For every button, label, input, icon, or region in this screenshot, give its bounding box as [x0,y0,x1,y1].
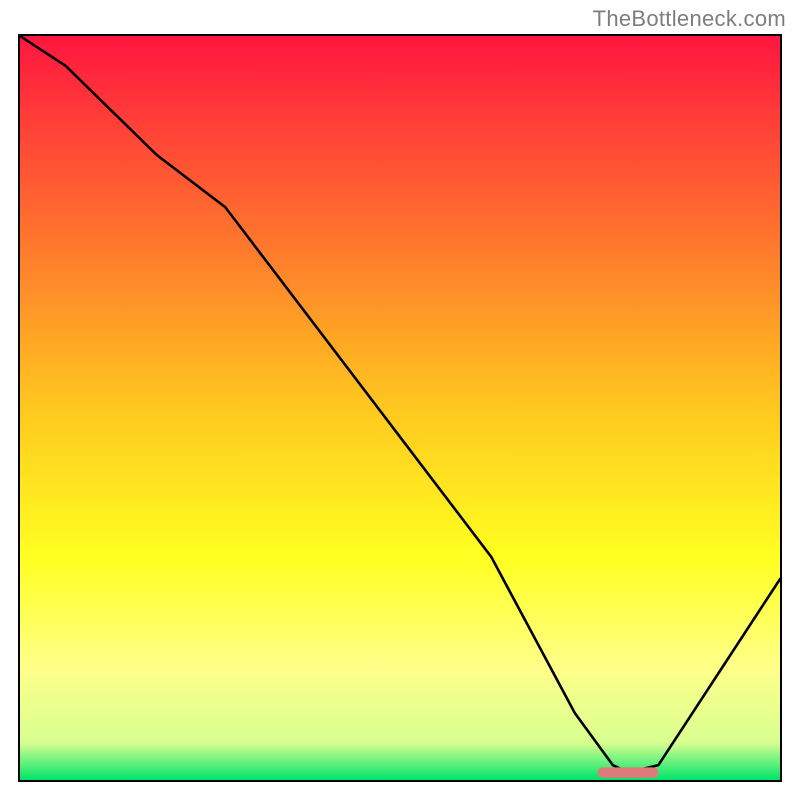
watermark-text: TheBottleneck.com [593,6,786,32]
chart-svg [20,36,780,780]
optimal-range-marker [598,767,659,777]
chart-container: TheBottleneck.com [0,0,800,800]
chart-background [20,36,780,780]
plot-area [18,34,782,782]
